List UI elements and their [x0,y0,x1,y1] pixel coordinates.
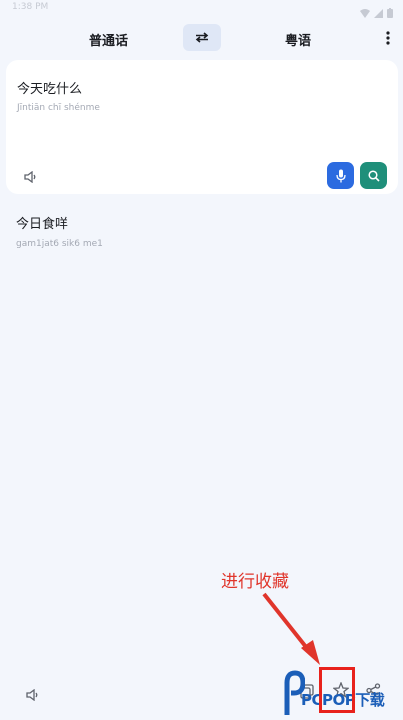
more-vertical-icon [386,31,390,45]
favorite-highlight-box [319,667,355,713]
result-speaker-button[interactable] [26,686,42,702]
search-icon [367,169,380,182]
source-pinyin: Jīntiān chī shénme [17,103,100,113]
source-language-selector[interactable]: 普通话 [89,30,128,49]
more-menu-button[interactable] [380,28,396,48]
target-language-selector[interactable]: 粤语 [285,30,311,49]
source-text-input[interactable]: 今天吃什么 [17,78,82,97]
swap-language-button[interactable] [183,24,221,51]
translate-search-button[interactable] [360,162,387,189]
source-speaker-button[interactable] [24,168,40,184]
status-time: 1:38 PM [12,2,49,12]
microphone-button[interactable] [327,162,354,189]
language-bar: 普通话 粤语 [0,20,403,58]
annotation-label: 进行收藏 [221,572,289,592]
speaker-icon [26,688,38,702]
status-bar: 1:38 PM [0,0,403,18]
translation-result-text: 今日食咩 [16,217,69,232]
translation-jyutping: gam1jat6 sik6 me1 [16,239,103,249]
microphone-icon [335,169,346,182]
speaker-icon [24,170,36,184]
swap-arrows-icon [195,32,209,43]
input-card[interactable]: 今天吃什么 Jīntiān chī shénme [6,60,398,194]
